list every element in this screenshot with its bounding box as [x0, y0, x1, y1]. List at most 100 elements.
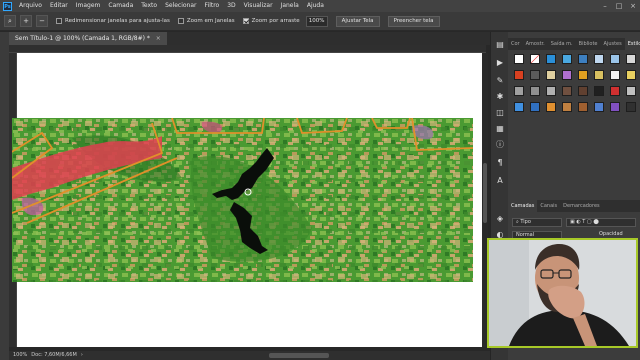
menu-janela[interactable]: Janela: [277, 0, 303, 12]
style-swatch[interactable]: [514, 86, 524, 96]
zoom-in-icon[interactable]: +: [20, 15, 32, 27]
style-swatch[interactable]: [546, 86, 556, 96]
style-swatch[interactable]: [610, 102, 620, 112]
style-swatch[interactable]: [594, 102, 604, 112]
tab-demarcadores[interactable]: Demarcadores: [560, 200, 602, 212]
style-swatch[interactable]: [514, 102, 524, 112]
document-size: Doc: 7,60M/6,66M: [31, 352, 77, 358]
layers-icon[interactable]: ◈: [495, 214, 505, 224]
document-tab-title: Sem Título-1 @ 100% (Camada 1, RGB/8#) *: [15, 35, 150, 42]
scrollbar-thumb[interactable]: [483, 163, 487, 223]
character-icon[interactable]: A: [495, 176, 505, 186]
style-swatch[interactable]: [562, 86, 572, 96]
play-action-icon[interactable]: ▶: [495, 58, 505, 68]
tab-bibliotecas[interactable]: Bibliote: [576, 38, 601, 50]
style-swatch[interactable]: [578, 86, 588, 96]
menu-ajuda[interactable]: Ajuda: [303, 0, 328, 12]
scrubby-zoom-checkbox[interactable]: Zoom por arraste: [242, 18, 300, 24]
horizontal-scrollbar-thumb[interactable]: [269, 353, 329, 358]
options-bar: ⌕ + − Redimensionar janelas para ajusta-…: [0, 12, 640, 31]
style-swatch[interactable]: [530, 102, 540, 112]
resize-windows-label: Redimensionar janelas para ajusta-las: [65, 18, 170, 24]
scrubby-zoom-label: Zoom por arraste: [251, 18, 300, 24]
tab-saida[interactable]: Saída m.: [548, 38, 576, 50]
tab-amostras[interactable]: Amostr.: [523, 38, 548, 50]
style-swatch[interactable]: [626, 70, 636, 80]
menu-3d[interactable]: 3D: [223, 0, 239, 12]
presenter-video: [489, 240, 636, 346]
style-swatch[interactable]: [514, 54, 524, 64]
style-swatch[interactable]: [562, 70, 572, 80]
style-swatch[interactable]: [530, 54, 540, 64]
style-swatch[interactable]: [626, 102, 636, 112]
minimize-icon[interactable]: –: [598, 0, 612, 12]
clone-source-icon[interactable]: ✱: [495, 92, 505, 102]
style-swatch[interactable]: [610, 70, 620, 80]
style-swatch[interactable]: [610, 86, 620, 96]
menu-texto[interactable]: Texto: [137, 0, 161, 12]
adjustments-icon[interactable]: ▦: [495, 124, 505, 134]
menu-filtro[interactable]: Filtro: [201, 0, 224, 12]
layer-filter-select[interactable]: ⌕ Tipo: [512, 218, 562, 227]
close-icon[interactable]: ×: [626, 0, 640, 12]
style-swatch[interactable]: [546, 70, 556, 80]
menu-selecionar[interactable]: Selecionar: [161, 0, 200, 12]
resize-windows-checkbox[interactable]: Redimensionar janelas para ajusta-las: [56, 18, 170, 24]
style-swatch[interactable]: [610, 54, 620, 64]
menu-bar: Ps Arquivo Editar Imagem Camada Texto Se…: [0, 0, 640, 12]
photoshop-logo[interactable]: Ps: [3, 1, 12, 11]
style-swatch[interactable]: [626, 86, 636, 96]
document-tab[interactable]: Sem Título-1 @ 100% (Camada 1, RGB/8#) *…: [9, 32, 167, 45]
checkbox-box[interactable]: [177, 18, 184, 24]
style-swatch[interactable]: [594, 70, 604, 80]
tab-estilos[interactable]: Estilos: [624, 38, 640, 50]
fit-screen-button[interactable]: Ajustar Tela: [335, 15, 380, 27]
style-swatch[interactable]: [578, 54, 588, 64]
zoom-level[interactable]: 100%: [13, 351, 27, 360]
zoom-percent-field[interactable]: 100%: [305, 15, 328, 27]
close-tab-icon[interactable]: ×: [156, 35, 161, 42]
brush-preset-icon[interactable]: ✎: [495, 76, 505, 86]
style-swatch[interactable]: [530, 86, 540, 96]
webcam-overlay: [487, 238, 638, 348]
checkbox-box[interactable]: [56, 18, 62, 24]
style-swatch[interactable]: [594, 86, 604, 96]
zoom-all-windows-label: Zoom em Janelas: [186, 18, 235, 24]
style-swatch[interactable]: [546, 102, 556, 112]
tab-canais[interactable]: Canais: [537, 200, 560, 212]
style-swatch[interactable]: [578, 70, 588, 80]
horizontal-ruler[interactable]: [9, 45, 486, 53]
style-swatch[interactable]: [546, 54, 556, 64]
menu-imagem[interactable]: Imagem: [72, 0, 105, 12]
maximize-icon[interactable]: □: [612, 0, 626, 12]
style-swatch[interactable]: [626, 54, 636, 64]
properties-icon[interactable]: ◫: [495, 108, 505, 118]
tab-cor[interactable]: Cor: [508, 38, 523, 50]
style-swatch[interactable]: [562, 54, 572, 64]
satellite-image-layer[interactable]: [1, 117, 474, 282]
style-swatch[interactable]: [578, 102, 588, 112]
style-swatch[interactable]: [594, 54, 604, 64]
search-icon[interactable]: ⌕: [4, 15, 16, 27]
style-swatch[interactable]: [562, 102, 572, 112]
zoom-out-icon[interactable]: −: [36, 15, 48, 27]
status-bar: 100% Doc: 7,60M/6,66M ›: [9, 351, 490, 360]
style-swatch[interactable]: [530, 70, 540, 80]
info-icon[interactable]: ⓘ: [495, 140, 505, 150]
checkbox-box-checked[interactable]: [242, 18, 249, 24]
fill-screen-button[interactable]: Preencher tela: [387, 15, 440, 27]
menu-visualizar[interactable]: Visualizar: [240, 0, 277, 12]
menu-arquivo[interactable]: Arquivo: [15, 0, 46, 12]
history-icon[interactable]: ▤: [495, 40, 505, 50]
layer-filter-icons[interactable]: ▣ ◐ T ▢ ⬤: [566, 218, 636, 227]
zoom-all-windows-checkbox[interactable]: Zoom em Janelas: [177, 18, 235, 24]
tab-camadas[interactable]: Camadas: [508, 200, 538, 212]
style-swatch[interactable]: [514, 70, 524, 80]
status-menu-arrow[interactable]: ›: [81, 351, 83, 360]
tab-ajustes[interactable]: Ajustes: [601, 38, 625, 50]
menu-editar[interactable]: Editar: [46, 0, 72, 12]
paragraph-icon[interactable]: ¶: [495, 158, 505, 168]
menu-camada[interactable]: Camada: [104, 0, 137, 12]
tools-panel-collapsed[interactable]: [0, 32, 9, 360]
satellite-image: [1, 117, 474, 282]
